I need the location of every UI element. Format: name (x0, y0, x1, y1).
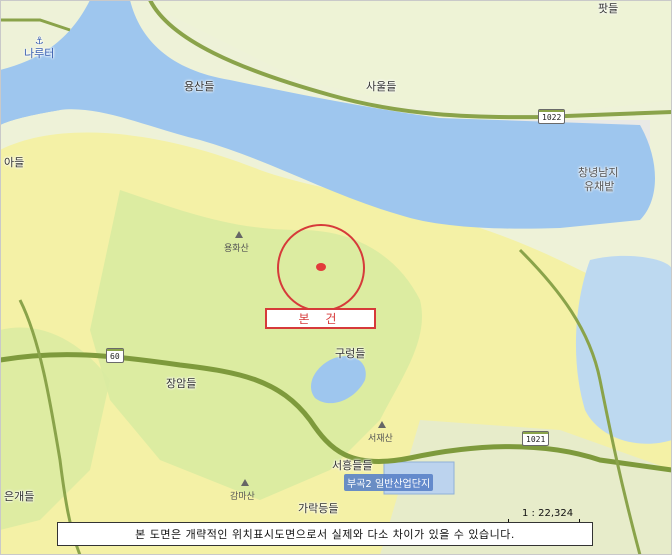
place-label-sauldeul: 사울들 (366, 80, 397, 93)
road-badge-stripe (107, 349, 123, 351)
location-map[interactable]: ⚓ 나루터 용산들 사울들 창녕남지 유채밭 아들 구렁들 장암들 서흥들들 가… (0, 0, 672, 555)
mountain-label-gamma: 감마산 (230, 492, 255, 502)
place-label-adeul: 아들 (4, 156, 25, 169)
road-badge-stripe (539, 110, 565, 112)
road-badge-1022: 1022 (538, 109, 566, 124)
place-label-gureongdeul: 구렁들 (335, 347, 366, 360)
mountain-label-yonghwa: 용화산 (224, 244, 249, 254)
map-disclaimer: 본 도면은 개략적인 위치표시도면으로서 실제와 다소 차이가 있을 수 있습니… (57, 522, 593, 546)
anchor-icon: ⚓ (34, 36, 44, 47)
mountain-label-seojae: 서재산 (368, 434, 393, 444)
road-badge-60: 60 (106, 348, 124, 363)
map-scale-text: 1 : 22,324 (522, 508, 574, 519)
place-label-garakdeungdeul: 가락등들 (298, 502, 339, 515)
place-label-yuchae-field: 유채밭 (584, 180, 615, 193)
place-label-ferry: ⚓ 나루터 (24, 36, 55, 60)
place-label-jangamdeul: 장암들 (166, 377, 197, 390)
subject-marker (316, 263, 326, 271)
subject-property-label: 본 건 (265, 308, 376, 329)
place-label-yongsandeul: 용산들 (184, 80, 215, 93)
place-label-patdeul: 팟들 (598, 2, 619, 15)
place-label-eungaedeul: 은개들 (4, 490, 35, 503)
road-badge-stripe (523, 432, 549, 434)
road-badge-1021: 1021 (522, 431, 550, 446)
place-label-seoheungdeul: 서흥들들 (332, 459, 373, 472)
industrial-complex-label: 부곡2 일반산업단지 (344, 474, 434, 491)
